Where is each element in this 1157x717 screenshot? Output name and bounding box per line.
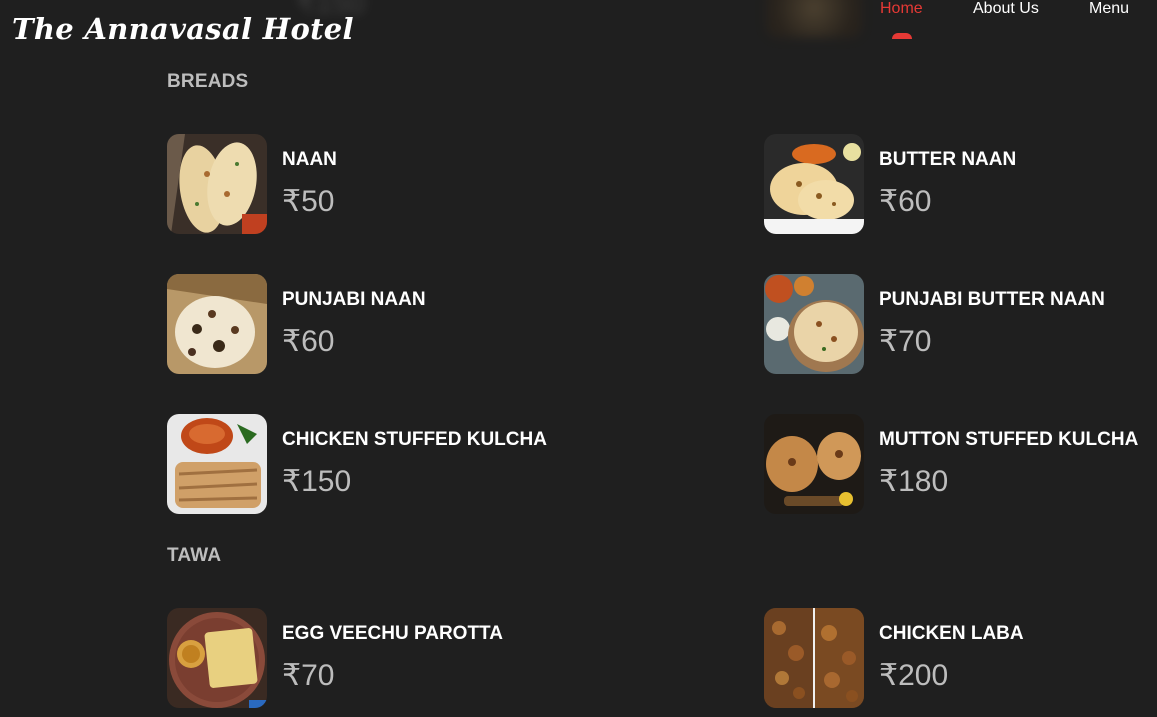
item-name: MUTTON STUFFED KULCHA (879, 429, 1139, 450)
chicken-laba-photo (764, 608, 864, 708)
brand-logo[interactable]: The Annavasal Hotel (12, 12, 354, 46)
menu-item-punjabi-butter-naan[interactable]: PUNJABI BUTTER NAAN ₹70 (764, 274, 1157, 374)
menu-item-chicken-laba[interactable]: CHICKEN LABA ₹200 (764, 608, 1157, 708)
item-price: ₹150 (282, 465, 352, 498)
item-name: CHICKEN STUFFED KULCHA (282, 429, 547, 450)
item-price: ₹180 (879, 465, 949, 498)
menu-item-naan[interactable]: NAAN ₹50 (167, 134, 567, 234)
menu-item-egg-veechu-parotta[interactable]: EGG VEECHU PAROTTA ₹70 (167, 608, 567, 708)
item-price: ₹200 (879, 659, 949, 692)
egg-veechu-parotta-photo (167, 608, 267, 708)
nav-active-indicator (892, 33, 912, 39)
nav-home[interactable]: Home (880, 0, 923, 18)
item-name: PUNJABI NAAN (282, 289, 426, 310)
menu-item-butter-naan[interactable]: BUTTER NAAN ₹60 (764, 134, 1157, 234)
section-title-tawa: TAWA (167, 545, 222, 566)
item-price: ₹50 (282, 185, 335, 218)
section-title-breads: BREADS (167, 71, 249, 92)
naan-photo (167, 134, 267, 234)
nav-about-us[interactable]: About Us (973, 0, 1039, 18)
item-name: CHICKEN LABA (879, 623, 1024, 644)
item-price: ₹70 (879, 325, 932, 358)
menu-item-punjabi-naan[interactable]: PUNJABI NAAN ₹60 (167, 274, 567, 374)
menu-item-mutton-stuffed-kulcha[interactable]: MUTTON STUFFED KULCHA ₹180 (764, 414, 1157, 514)
item-name: BUTTER NAAN (879, 149, 1017, 170)
item-name: NAAN (282, 149, 337, 170)
nav-menu[interactable]: Menu (1089, 0, 1129, 18)
site-header: ₹150 The Annavasal Hotel Home About Us M… (0, 0, 1157, 60)
item-price: ₹70 (282, 659, 335, 692)
punjabi-naan-photo (167, 274, 267, 374)
item-name: PUNJABI BUTTER NAAN (879, 289, 1105, 310)
mutton-kulcha-photo (764, 414, 864, 514)
menu-item-chicken-stuffed-kulcha[interactable]: CHICKEN STUFFED KULCHA ₹150 (167, 414, 567, 514)
item-name: EGG VEECHU PAROTTA (282, 623, 503, 644)
chicken-kulcha-photo (167, 414, 267, 514)
blurred-background-image (766, 0, 862, 38)
punjabi-butter-naan-photo (764, 274, 864, 374)
item-price: ₹60 (879, 185, 932, 218)
butter-naan-photo (764, 134, 864, 234)
item-price: ₹60 (282, 325, 335, 358)
